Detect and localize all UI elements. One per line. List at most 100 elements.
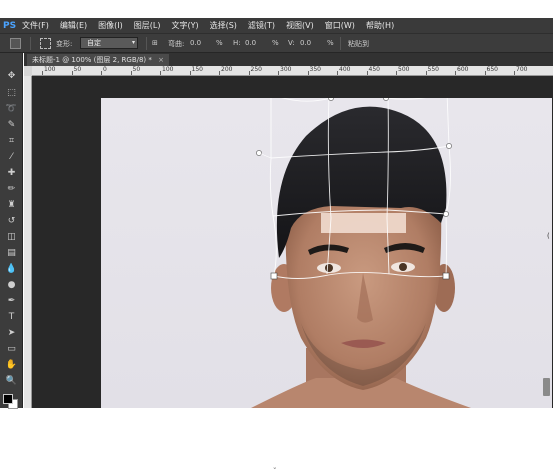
- ruler-tick-label: 400: [339, 66, 351, 73]
- move-tool-icon[interactable]: ✥: [5, 71, 18, 81]
- right-edge-marker: (: [547, 232, 550, 240]
- menu-edit[interactable]: 编辑(E): [60, 20, 87, 31]
- ruler-tick-label: 50: [73, 66, 82, 73]
- chevron-down-icon: ▾: [131, 39, 135, 46]
- image-canvas[interactable]: [101, 98, 552, 408]
- brush-tool-icon[interactable]: ✏: [5, 184, 18, 194]
- eyedropper-icon[interactable]: ⁄: [5, 152, 18, 162]
- v-distort-unit: %: [327, 39, 334, 47]
- pen-tool-icon[interactable]: ✒: [5, 296, 18, 306]
- zoom-tool-icon[interactable]: 🔍: [5, 376, 18, 386]
- ruler-tick: [307, 71, 309, 75]
- dodge-tool-icon[interactable]: ●: [5, 280, 18, 290]
- ruler-tick: [189, 71, 191, 75]
- ruler-tick: [42, 71, 43, 75]
- menu-layer[interactable]: 图层(L): [134, 20, 161, 31]
- divider: [340, 37, 341, 50]
- menu-file[interactable]: 文件(F): [22, 20, 49, 31]
- app-logo: PS: [3, 20, 17, 31]
- menu-help[interactable]: 帮助(H): [366, 20, 394, 31]
- close-icon[interactable]: ×: [158, 56, 164, 64]
- menu-bar: PS 文件(F) 编辑(E) 图像(I) 图层(L) 文字(Y) 选择(S) 滤…: [0, 18, 553, 33]
- ruler-tick: [219, 71, 220, 75]
- ruler-tick: [514, 71, 515, 75]
- h-distort-input[interactable]: 0.0: [245, 39, 256, 47]
- type-tool-icon[interactable]: T: [5, 312, 18, 322]
- divider: [30, 37, 31, 50]
- ruler-tick-label: 500: [398, 66, 410, 73]
- orientation-icon[interactable]: ⊞: [152, 39, 158, 47]
- ruler-tick-label: 50: [132, 66, 141, 73]
- bend-unit: %: [216, 39, 223, 47]
- gradient-tool-icon[interactable]: ▤: [5, 248, 18, 258]
- foreground-color-swatch[interactable]: [3, 394, 13, 404]
- ruler-tick-label: 550: [427, 66, 439, 73]
- ruler-tick-label: 0: [103, 66, 107, 73]
- v-distort-input[interactable]: 0.0: [300, 39, 311, 47]
- ruler-tick-label: 350: [309, 66, 321, 73]
- ruler-tick: [248, 71, 250, 75]
- ruler-tick: [337, 71, 338, 75]
- blur-tool-icon[interactable]: 💧: [5, 264, 18, 274]
- ruler-tick: [101, 71, 102, 75]
- portrait-photo: [251, 98, 471, 408]
- vertical-scroll-thumb[interactable]: [543, 378, 550, 396]
- ruler-tick-label: 100: [162, 66, 174, 73]
- warp-label: 变形:: [56, 40, 73, 48]
- history-brush-icon[interactable]: ↺: [5, 216, 18, 226]
- top-edge-marker: ˘: [273, 0, 277, 4]
- bottom-edge-marker: ˘: [273, 467, 277, 475]
- ruler-tick-label: 450: [368, 66, 380, 73]
- healing-brush-icon[interactable]: ✚: [5, 168, 18, 178]
- transform-tool-icon[interactable]: [10, 38, 21, 49]
- marquee-tool-icon[interactable]: ⬚: [5, 88, 18, 98]
- ruler-tick-label: 150: [191, 66, 203, 73]
- document-tab[interactable]: 未标题-1 @ 100% (图层 2, RGB/8) * ×: [27, 54, 169, 66]
- ruler-origin[interactable]: [24, 66, 32, 76]
- hand-tool-icon[interactable]: ✋: [5, 360, 18, 370]
- ruler-tick: [130, 71, 132, 75]
- horizontal-ruler[interactable]: 100 50 0 50 100 150 200 250 300 350 400 450 500 550 60…: [32, 66, 553, 76]
- reference-point-icon[interactable]: [40, 38, 51, 49]
- ruler-tick-label: 100: [44, 66, 56, 73]
- ruler-tick-label: 650: [486, 66, 498, 73]
- menu-type[interactable]: 文字(Y): [171, 20, 198, 31]
- ruler-tick: [396, 71, 397, 75]
- eraser-tool-icon[interactable]: ◫: [5, 232, 18, 242]
- tools-panel: ✥ ⬚ ➰ ✎ ⌗ ⁄ ✚ ✏ ♜ ↺ ◫ ▤ 💧 ● ✒ T ➤ ▭ ✋ 🔍: [0, 53, 23, 409]
- v-distort-label: V:: [288, 39, 295, 47]
- vertical-ruler[interactable]: [24, 76, 32, 408]
- bend-label: 弯曲:: [168, 40, 185, 48]
- menu-image[interactable]: 图像(I): [98, 20, 123, 31]
- document-tab-title: 未标题-1 @ 100% (图层 2, RGB/8) *: [32, 56, 152, 64]
- ruler-tick-label: 300: [280, 66, 292, 73]
- forehead-band: [321, 213, 406, 233]
- crop-tool-icon[interactable]: ⌗: [5, 136, 18, 146]
- bend-input[interactable]: 0.0: [190, 39, 201, 47]
- ruler-tick-label: 200: [221, 66, 233, 73]
- lasso-tool-icon[interactable]: ➰: [5, 104, 18, 114]
- menu-select[interactable]: 选择(S): [210, 20, 237, 31]
- document-tab-bar: 未标题-1 @ 100% (图层 2, RGB/8) * ×: [24, 53, 553, 66]
- menu-view[interactable]: 视图(V): [286, 20, 314, 31]
- ruler-tick-label: 600: [457, 66, 469, 73]
- ruler-tick: [484, 71, 486, 75]
- warp-style-select[interactable]: 自定 ▾: [80, 37, 138, 49]
- ruler-tick-label: 700: [516, 66, 528, 73]
- ruler-tick: [160, 71, 161, 75]
- menu-filter[interactable]: 滤镜(T): [248, 20, 275, 31]
- path-select-icon[interactable]: ➤: [5, 328, 18, 338]
- ruler-tick: [455, 71, 456, 75]
- h-distort-unit: %: [272, 39, 279, 47]
- divider: [146, 37, 147, 50]
- ruler-tick-label: 250: [250, 66, 262, 73]
- ruler-tick: [278, 71, 279, 75]
- clone-stamp-icon[interactable]: ♜: [5, 200, 18, 210]
- menu-window[interactable]: 窗口(W): [325, 20, 355, 31]
- quick-select-icon[interactable]: ✎: [5, 120, 18, 130]
- h-distort-label: H:: [233, 39, 241, 47]
- shape-tool-icon[interactable]: ▭: [5, 344, 18, 354]
- ruler-tick: [366, 71, 368, 75]
- document-area: 未标题-1 @ 100% (图层 2, RGB/8) * × 100 50 0 50 1…: [24, 53, 553, 408]
- warp-style-value: 自定: [87, 39, 101, 47]
